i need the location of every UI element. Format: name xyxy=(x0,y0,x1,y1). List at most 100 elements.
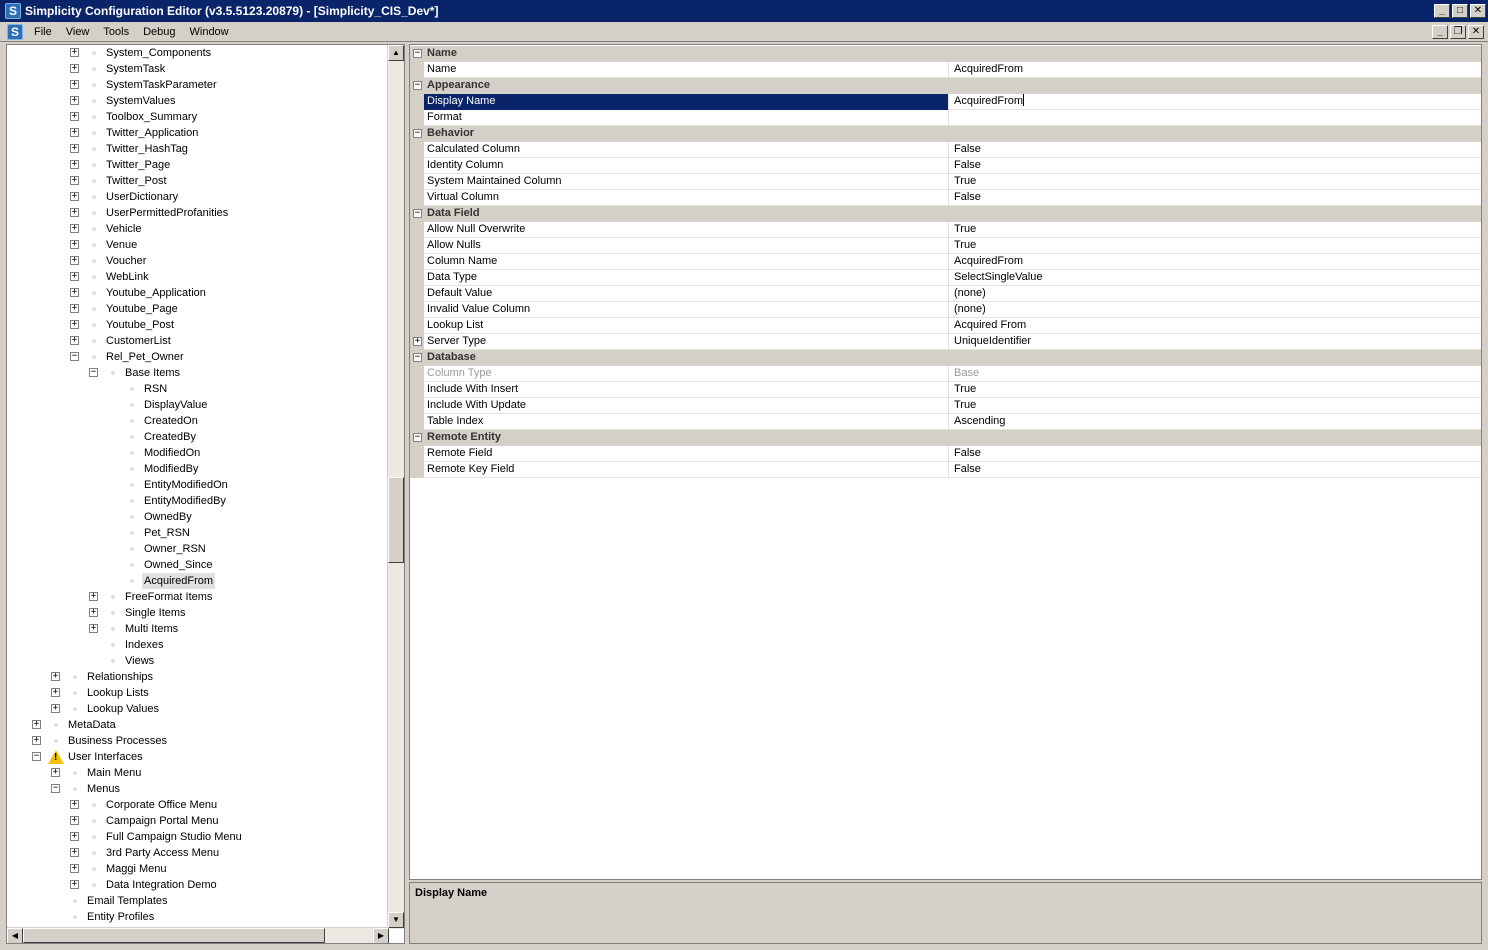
expand-icon[interactable]: + xyxy=(70,272,79,281)
collapse-icon[interactable]: − xyxy=(413,209,422,218)
tree-row[interactable]: Owned_Since xyxy=(7,557,387,573)
tree-node-label[interactable]: Data Integration Demo xyxy=(106,877,217,893)
scroll-down-button[interactable]: ▼ xyxy=(388,912,404,928)
property-row[interactable]: Allow Nulls True xyxy=(410,238,1481,254)
tree-row[interactable]: + SystemTaskParameter xyxy=(7,77,387,93)
property-name[interactable]: Display Name xyxy=(424,94,949,110)
property-name[interactable]: Virtual Column xyxy=(424,190,949,206)
collapse-icon[interactable]: − xyxy=(32,752,41,761)
property-name[interactable]: Invalid Value Column xyxy=(424,302,949,318)
expand-icon[interactable]: + xyxy=(413,337,422,346)
mdi-minimize-button[interactable]: _ xyxy=(1432,25,1448,39)
tree-row[interactable]: Email Templates xyxy=(7,893,387,909)
tree-row[interactable]: + Vehicle xyxy=(7,221,387,237)
tree-node-label[interactable]: CustomerList xyxy=(106,333,171,349)
tree-row[interactable]: + Youtube_Application xyxy=(7,285,387,301)
expand-icon[interactable]: + xyxy=(70,224,79,233)
menu-tools[interactable]: Tools xyxy=(96,26,136,38)
tree-node-label[interactable]: Pet_RSN xyxy=(144,525,190,541)
property-row[interactable]: Default Value (none) xyxy=(410,286,1481,302)
property-category[interactable]: − Remote Entity xyxy=(410,430,1481,446)
tree-node-label[interactable]: ModifiedOn xyxy=(144,445,200,461)
property-value[interactable]: AcquiredFrom xyxy=(950,62,1480,78)
collapse-icon[interactable]: − xyxy=(89,368,98,377)
tree-node-label[interactable]: EntityModifiedOn xyxy=(144,477,228,493)
tree-node-label[interactable]: Single Items xyxy=(125,605,186,621)
property-row[interactable]: Include With Insert True xyxy=(410,382,1481,398)
property-row[interactable]: Remote Field False xyxy=(410,446,1481,462)
property-category[interactable]: − Appearance xyxy=(410,78,1481,94)
tree-row[interactable]: + Corporate Office Menu xyxy=(7,797,387,813)
expand-icon[interactable]: + xyxy=(70,80,79,89)
property-value[interactable] xyxy=(950,110,1480,126)
property-row[interactable]: + Server Type UniqueIdentifier xyxy=(410,334,1481,350)
tree-row[interactable]: + Main Menu xyxy=(7,765,387,781)
expand-icon[interactable]: + xyxy=(70,848,79,857)
tree-node-label[interactable]: Full Campaign Studio Menu xyxy=(106,829,242,845)
tree-row[interactable]: + Lookup Values xyxy=(7,701,387,717)
tree-node-label[interactable]: Toolbox_Summary xyxy=(106,109,197,125)
tree-row[interactable]: Owner_RSN xyxy=(7,541,387,557)
tree-node-label[interactable]: Main Menu xyxy=(87,765,141,781)
collapse-icon[interactable]: − xyxy=(51,784,60,793)
tree-row[interactable]: + Twitter_HashTag xyxy=(7,141,387,157)
scroll-left-button[interactable]: ◀ xyxy=(7,928,23,943)
document-icon[interactable]: S xyxy=(7,23,23,40)
property-row[interactable]: Column Name AcquiredFrom xyxy=(410,254,1481,270)
scroll-up-button[interactable]: ▲ xyxy=(388,45,404,61)
collapse-icon[interactable]: − xyxy=(413,81,422,90)
expand-icon[interactable]: + xyxy=(70,816,79,825)
tree-node-label[interactable]: Vehicle xyxy=(106,221,141,237)
tree-row[interactable]: Entity Profiles xyxy=(7,909,387,925)
close-button[interactable]: ✕ xyxy=(1470,4,1486,18)
property-name[interactable]: Data Type xyxy=(424,270,949,286)
tree-node-label[interactable]: Youtube_Page xyxy=(106,301,178,317)
property-row[interactable]: Allow Null Overwrite True xyxy=(410,222,1481,238)
expand-icon[interactable]: + xyxy=(89,608,98,617)
expand-icon[interactable]: + xyxy=(70,336,79,345)
scroll-thumb[interactable] xyxy=(388,477,404,563)
tree-row[interactable]: + Voucher xyxy=(7,253,387,269)
tree-row[interactable]: RSN xyxy=(7,381,387,397)
expand-icon[interactable]: + xyxy=(32,736,41,745)
tree-node-label[interactable]: UserPermittedProfanities xyxy=(106,205,228,221)
tree-node-label[interactable]: Youtube_Application xyxy=(106,285,206,301)
tree-row[interactable]: + MetaData xyxy=(7,717,387,733)
property-value[interactable]: False xyxy=(950,142,1480,158)
property-category[interactable]: − Name xyxy=(410,46,1481,62)
minimize-button[interactable]: _ xyxy=(1434,4,1450,18)
tree-row[interactable]: − Rel_Pet_Owner xyxy=(7,349,387,365)
property-name[interactable]: Column Type xyxy=(424,366,949,382)
tree-node-label[interactable]: Maggi Menu xyxy=(106,861,167,877)
property-name[interactable]: Format xyxy=(424,110,949,126)
expand-icon[interactable]: + xyxy=(70,864,79,873)
property-row[interactable]: Name AcquiredFrom xyxy=(410,62,1481,78)
expand-icon[interactable]: + xyxy=(89,592,98,601)
property-name[interactable]: Identity Column xyxy=(424,158,949,174)
property-row[interactable]: Include With Update True xyxy=(410,398,1481,414)
expand-icon[interactable]: + xyxy=(70,320,79,329)
property-value[interactable]: True xyxy=(950,398,1480,414)
property-name[interactable]: Name xyxy=(424,62,949,78)
property-value[interactable]: True xyxy=(950,238,1480,254)
tree-node-label[interactable]: Email Templates xyxy=(87,893,168,909)
property-row[interactable]: Table Index Ascending xyxy=(410,414,1481,430)
expand-icon[interactable]: + xyxy=(70,128,79,137)
expand-icon[interactable]: + xyxy=(89,624,98,633)
tree-view[interactable]: + System_Components + SystemTask + SystemTask… xyxy=(7,45,389,929)
menu-debug[interactable]: Debug xyxy=(136,26,182,38)
property-name[interactable]: Allow Nulls xyxy=(424,238,949,254)
tree-node-label[interactable]: Rel_Pet_Owner xyxy=(106,349,184,365)
tree-node-label[interactable]: SystemTask xyxy=(106,61,165,77)
tree-node-label[interactable]: Twitter_Post xyxy=(106,173,167,189)
property-name[interactable]: Table Index xyxy=(424,414,949,430)
tree-row[interactable]: + Single Items xyxy=(7,605,387,621)
tree-row[interactable]: + Campaign Portal Menu xyxy=(7,813,387,829)
property-name[interactable]: Calculated Column xyxy=(424,142,949,158)
property-value[interactable]: (none) xyxy=(950,302,1480,318)
property-row[interactable]: Identity Column False xyxy=(410,158,1481,174)
collapse-icon[interactable]: − xyxy=(413,353,422,362)
tree-row[interactable]: +3rd Party Access Menu xyxy=(7,845,387,861)
expand-icon[interactable]: + xyxy=(70,112,79,121)
horizontal-scroll-thumb[interactable] xyxy=(23,928,325,943)
